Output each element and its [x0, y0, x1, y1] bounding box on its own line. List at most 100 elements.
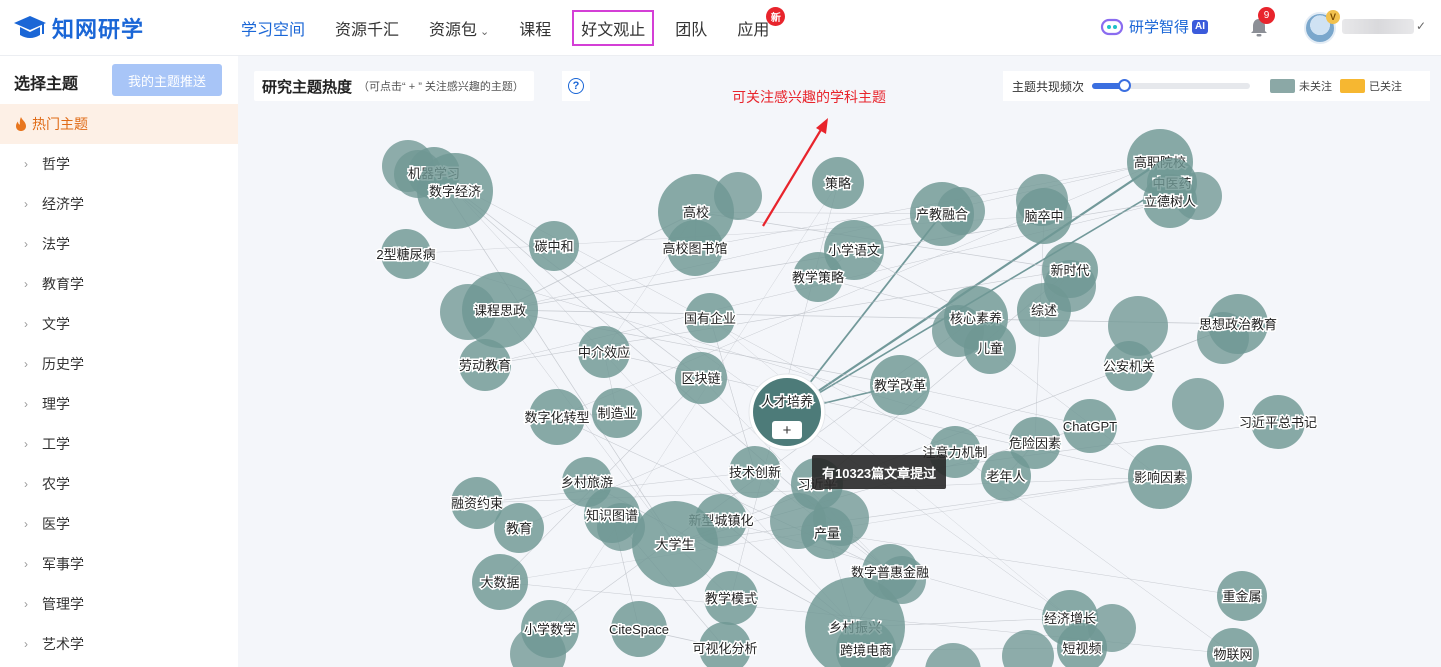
annotation-text: 可关注感兴趣的学科主题 — [732, 89, 886, 105]
username-redacted[interactable] — [1342, 19, 1414, 34]
graph-node-label: 思想政治教育 — [1199, 317, 1277, 332]
graph-node[interactable]: 数字经济 — [417, 153, 493, 229]
graph-node-label: 产教融合 — [916, 207, 968, 222]
graph-node[interactable]: 知识图谱 — [584, 487, 640, 543]
graph-node[interactable]: 策略 — [812, 157, 864, 209]
graph-node-label: 教学策略 — [792, 270, 844, 285]
graph-node[interactable]: 影响因素 — [1128, 445, 1192, 509]
graph-node[interactable]: 课程思政 — [462, 272, 538, 348]
graph-node[interactable]: 国有企业 — [682, 293, 738, 343]
sidebar-item[interactable]: › 教育学 — [0, 264, 238, 304]
graph-node[interactable]: 产量 — [801, 507, 853, 559]
subject-list: › 哲学 › 经济学 › 法学 › 教育学 › 文学 › 历史学 › 理学 › 工学 › 农学 › 医学 › 军事学 › 管理… — [0, 144, 238, 664]
nav-item-apps[interactable]: 应用新 — [737, 7, 786, 40]
graph-node[interactable]: 重金属 — [1217, 571, 1267, 621]
chevron-right-icon: › — [24, 157, 28, 171]
sidebar-item[interactable]: › 哲学 — [0, 144, 238, 184]
graph-node[interactable]: 中介效应 — [576, 326, 632, 378]
nav-label: 课程 — [519, 22, 552, 39]
sidebar-item[interactable]: › 军事学 — [0, 544, 238, 584]
graph-node[interactable]: 儿童 — [964, 322, 1016, 374]
graph-node-label: 教学改革 — [874, 378, 926, 393]
graph-node-label: 产量 — [814, 526, 840, 541]
graph-node[interactable]: 立德树人 — [1142, 174, 1198, 228]
assistant-link[interactable]: 研学智得 AI — [1100, 16, 1209, 37]
sidebar-item[interactable]: › 工学 — [0, 424, 238, 464]
graph-node[interactable]: 大数据 — [472, 554, 528, 610]
graph-node[interactable]: 制造业 — [592, 388, 642, 438]
sidebar-item-label: 艺术学 — [42, 636, 84, 652]
legend-swatch-followed — [1340, 79, 1366, 93]
graph-edge — [695, 211, 1071, 271]
nav-item-courses[interactable]: 课程 — [519, 16, 551, 40]
nav-item-study-space[interactable]: 学习空间 — [241, 16, 305, 40]
graph-node[interactable]: 劳动教育 — [457, 339, 513, 391]
graph-node[interactable]: 教学模式 — [703, 571, 759, 625]
sidebar-item[interactable]: › 农学 — [0, 464, 238, 504]
sidebar-title: 选择主题 — [14, 76, 79, 93]
sidebar-item[interactable]: › 艺术学 — [0, 624, 238, 664]
sidebar-item-hot-topics[interactable]: 热门主题 — [0, 104, 238, 144]
chevron-right-icon: › — [24, 237, 28, 251]
graph-node[interactable]: CiteSpace — [608, 601, 670, 657]
nav-item-good-articles[interactable]: 好文观止 — [572, 10, 655, 46]
graph-node-label: 乡村旅游 — [561, 475, 613, 490]
graph-node[interactable]: 习近平总书记 — [1237, 395, 1319, 449]
graph-node-label: 立德树人 — [1144, 194, 1196, 209]
graph-node-label: 综述 — [1031, 303, 1057, 318]
sidebar-item[interactable]: › 医学 — [0, 504, 238, 544]
graph-node[interactable]: 综述 — [1017, 283, 1071, 337]
assistant-label: 研学智得 — [1129, 19, 1190, 36]
graph-node-label: 策略 — [825, 176, 851, 191]
graph-node-label: 重金属 — [1222, 589, 1261, 604]
graph-node[interactable]: 大学生 — [632, 501, 718, 587]
sidebar-item-label: 教育学 — [42, 276, 84, 292]
nav-label: 好文观止 — [581, 22, 646, 39]
sidebar-item-label: 农学 — [42, 476, 70, 492]
graph-node[interactable]: 可视化分析 — [691, 622, 759, 667]
logo[interactable]: 知网研学 — [12, 12, 144, 44]
sidebar-item[interactable]: › 历史学 — [0, 344, 238, 384]
chevron-right-icon: › — [24, 317, 28, 331]
graph-node[interactable]: 产教融合 — [910, 182, 974, 246]
graph-node[interactable]: 教学改革 — [870, 355, 930, 415]
cooccur-slider[interactable] — [1092, 79, 1251, 92]
graph-node-label: 短视频 — [1062, 641, 1101, 656]
sidebar-item[interactable]: › 管理学 — [0, 584, 238, 624]
sidebar-item[interactable]: › 经济学 — [0, 184, 238, 224]
graph-node[interactable]: 物联网 — [1207, 628, 1259, 667]
help-button[interactable]: ? — [562, 71, 590, 101]
graph-node[interactable]: 人才培养 + — [748, 373, 826, 451]
graph-node[interactable]: 老年人 — [981, 451, 1031, 501]
graph-node[interactable]: 区块链 — [675, 352, 727, 404]
sidebar-item[interactable]: › 理学 — [0, 384, 238, 424]
my-topic-push-button[interactable]: 我的主题推送 — [112, 64, 222, 96]
sidebar-item[interactable]: › 法学 — [0, 224, 238, 264]
graph-node-label: 知识图谱 — [586, 508, 638, 523]
hot-topics-label: 热门主题 — [32, 116, 88, 132]
nav-label: 团队 — [675, 22, 708, 39]
chevron-down-icon[interactable]: ✓ — [1416, 19, 1426, 33]
sidebar-item-label: 医学 — [42, 516, 70, 532]
nav-item-resource-pack[interactable]: 资源包 ⌄ — [429, 16, 489, 40]
nav-item-team[interactable]: 团队 — [675, 16, 707, 40]
chevron-right-icon: › — [24, 357, 28, 371]
nav-label: 应用 — [737, 22, 770, 39]
topic-network-graph[interactable]: 机器学习数字经济2型糖尿病碳中和高校高校图书馆策略小学语文教学策略产教融合脑卒中… — [238, 56, 1441, 667]
sidebar-item[interactable]: › 文学 — [0, 304, 238, 344]
graph-node[interactable]: ChatGPT — [1061, 399, 1119, 453]
chevron-right-icon: › — [24, 597, 28, 611]
sidebar-item-label: 工学 — [42, 436, 70, 452]
graph-node[interactable]: 小学数学 — [521, 600, 579, 658]
nav-item-resources[interactable]: 资源千汇 — [335, 16, 399, 40]
graph-node[interactable]: 技术创新 — [727, 446, 783, 498]
graph-node[interactable]: 教育 — [494, 503, 544, 553]
graph-node[interactable]: 2型糖尿病 — [375, 229, 437, 279]
graph-node-blob — [925, 643, 981, 667]
sidebar-item-label: 军事学 — [42, 556, 84, 572]
graph-node[interactable]: 碳中和 — [529, 221, 579, 271]
slider-handle[interactable] — [1117, 79, 1131, 92]
sidebar-item-label: 法学 — [42, 236, 70, 252]
chevron-right-icon: › — [24, 477, 28, 491]
graph-node[interactable]: 脑卒中 — [1016, 188, 1072, 244]
